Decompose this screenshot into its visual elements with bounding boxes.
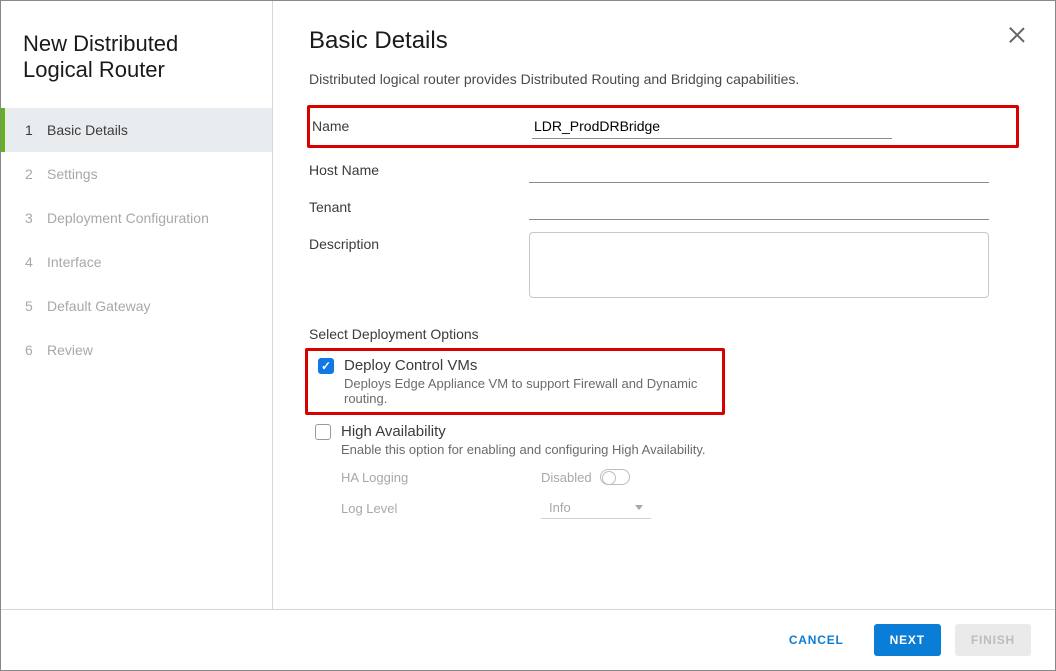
log-level-dropdown[interactable]: Info bbox=[541, 497, 651, 519]
wizard-step-basic-details[interactable]: 1 Basic Details bbox=[1, 108, 272, 152]
high-availability-row: High Availability bbox=[309, 423, 1019, 440]
wizard-step-review[interactable]: 6 Review bbox=[1, 328, 272, 372]
wizard-main: Basic Details Distributed logical router… bbox=[273, 1, 1055, 609]
wizard-title: New Distributed Logical Router bbox=[1, 21, 272, 108]
ha-logging-toggle[interactable] bbox=[600, 469, 630, 485]
high-availability-block: High Availability Enable this option for… bbox=[309, 423, 1019, 519]
ha-logging-row: HA Logging Disabled bbox=[341, 469, 1019, 485]
deploy-control-vms-desc: Deploys Edge Appliance VM to support Fir… bbox=[344, 376, 712, 406]
wizard-step-label: Review bbox=[47, 342, 93, 358]
wizard-step-number: 1 bbox=[25, 122, 37, 138]
log-level-value: Info bbox=[549, 500, 571, 515]
wizard-step-number: 4 bbox=[25, 254, 37, 270]
deploy-control-vms-checkbox[interactable] bbox=[318, 358, 334, 374]
wizard-step-label: Interface bbox=[47, 254, 101, 270]
close-icon[interactable] bbox=[1007, 25, 1027, 45]
deploy-control-vms-row: Deploy Control VMs bbox=[318, 357, 712, 374]
ha-sub-settings: HA Logging Disabled Log Level Info bbox=[335, 469, 1019, 519]
dialog-new-dlr: New Distributed Logical Router 1 Basic D… bbox=[0, 0, 1056, 671]
page-subtitle: Distributed logical router provides Dist… bbox=[309, 71, 1019, 87]
wizard-step-number: 6 bbox=[25, 342, 37, 358]
deployment-options-header: Select Deployment Options bbox=[309, 326, 1019, 342]
wizard-step-deployment-config[interactable]: 3 Deployment Configuration bbox=[1, 196, 272, 240]
name-label: Name bbox=[312, 114, 532, 134]
log-level-row: Log Level Info bbox=[341, 497, 1019, 519]
finish-button: FINISH bbox=[955, 624, 1031, 656]
highlight-name-row: Name bbox=[307, 105, 1019, 148]
wizard-step-default-gateway[interactable]: 5 Default Gateway bbox=[1, 284, 272, 328]
high-availability-checkbox[interactable] bbox=[315, 424, 331, 440]
ha-logging-value: Disabled bbox=[541, 470, 592, 485]
wizard-step-label: Deployment Configuration bbox=[47, 210, 209, 226]
high-availability-label: High Availability bbox=[341, 423, 446, 440]
field-row-description: Description bbox=[309, 226, 1019, 304]
hostname-label: Host Name bbox=[309, 158, 529, 178]
cancel-button[interactable]: CANCEL bbox=[773, 624, 860, 656]
tenant-input[interactable] bbox=[529, 195, 989, 220]
highlight-deploy-control-vms: Deploy Control VMs Deploys Edge Applianc… bbox=[305, 348, 725, 415]
high-availability-desc: Enable this option for enabling and conf… bbox=[335, 442, 1019, 457]
wizard-sidebar: New Distributed Logical Router 1 Basic D… bbox=[1, 1, 273, 609]
hostname-input[interactable] bbox=[529, 158, 989, 183]
wizard-footer: CANCEL NEXT FINISH bbox=[1, 609, 1055, 670]
description-label: Description bbox=[309, 232, 529, 252]
deploy-control-vms-label: Deploy Control VMs bbox=[344, 357, 477, 374]
wizard-step-label: Settings bbox=[47, 166, 98, 182]
field-row-name: Name bbox=[312, 108, 1014, 145]
wizard-step-settings[interactable]: 2 Settings bbox=[1, 152, 272, 196]
page-title: Basic Details bbox=[309, 27, 1019, 55]
tenant-label: Tenant bbox=[309, 195, 529, 215]
wizard-step-interface[interactable]: 4 Interface bbox=[1, 240, 272, 284]
wizard-step-number: 2 bbox=[25, 166, 37, 182]
description-textarea[interactable] bbox=[529, 232, 989, 298]
next-button[interactable]: NEXT bbox=[874, 624, 941, 656]
wizard-step-label: Default Gateway bbox=[47, 298, 151, 314]
dialog-body: New Distributed Logical Router 1 Basic D… bbox=[1, 1, 1055, 609]
name-input[interactable] bbox=[532, 114, 892, 139]
field-row-tenant: Tenant bbox=[309, 189, 1019, 226]
log-level-label: Log Level bbox=[341, 501, 541, 516]
chevron-down-icon bbox=[635, 505, 643, 510]
wizard-step-label: Basic Details bbox=[47, 122, 128, 138]
ha-logging-label: HA Logging bbox=[341, 470, 541, 485]
field-row-hostname: Host Name bbox=[309, 152, 1019, 189]
wizard-step-number: 3 bbox=[25, 210, 37, 226]
wizard-step-number: 5 bbox=[25, 298, 37, 314]
